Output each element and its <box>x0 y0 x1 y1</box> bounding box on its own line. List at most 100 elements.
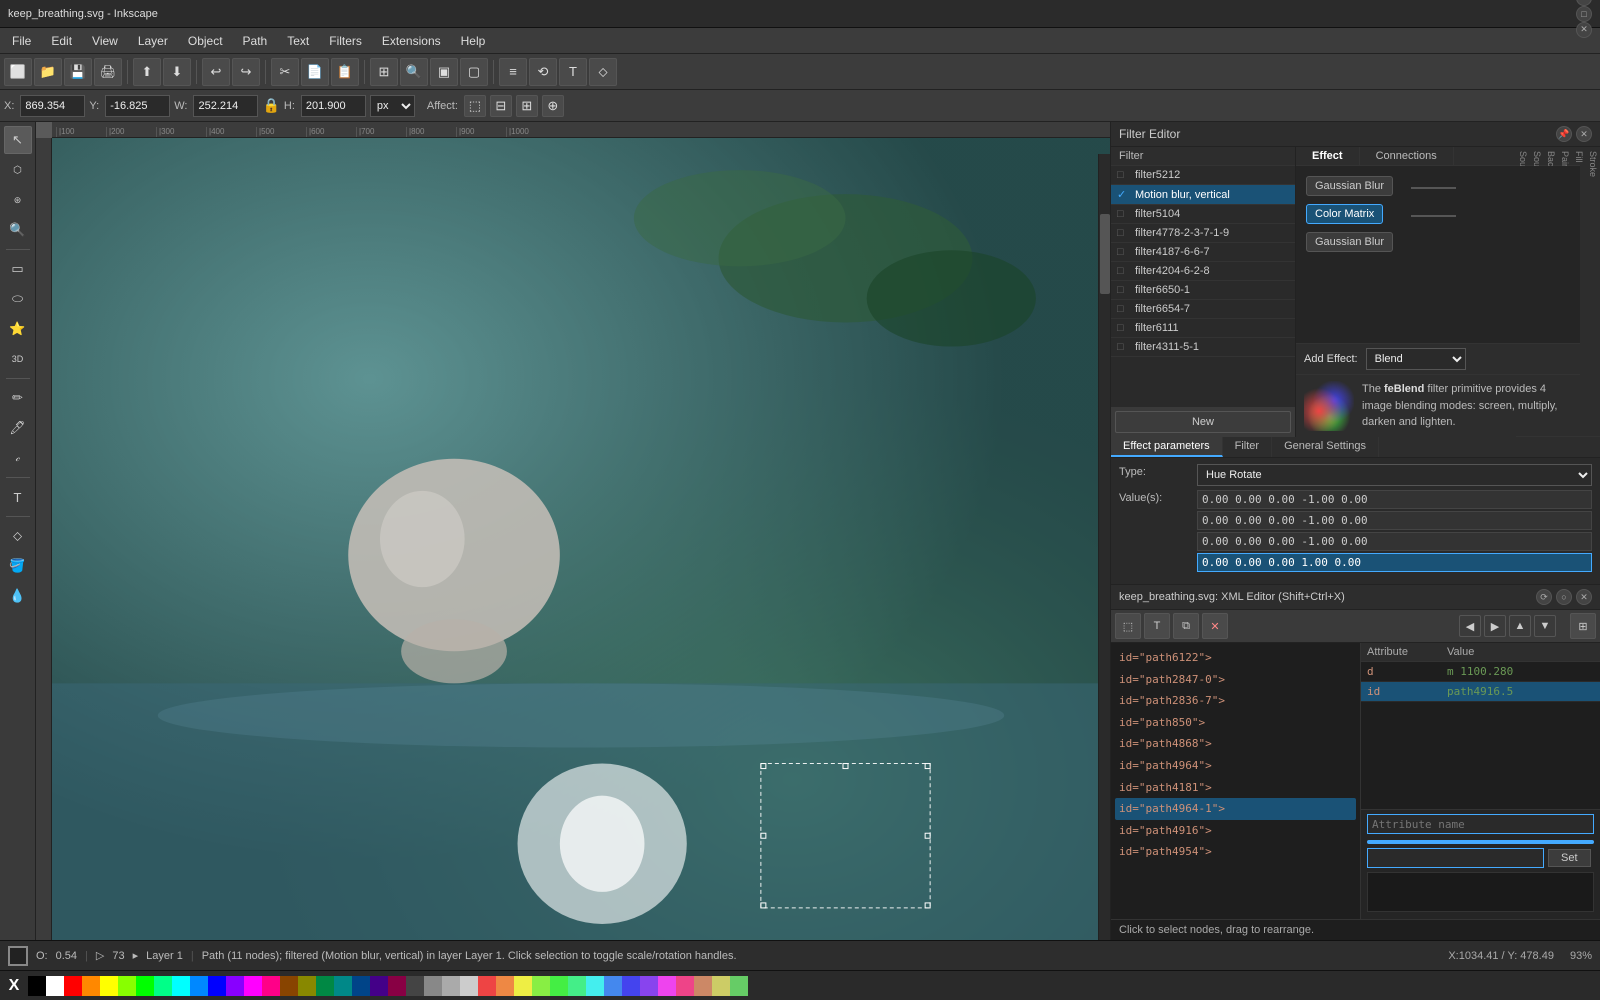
fill-tool[interactable]: 🪣 <box>4 552 32 580</box>
menu-object[interactable]: Object <box>180 32 231 50</box>
canvas-area[interactable]: |100 |200 |300 |400 |500 |600 |700 |800 … <box>36 122 1110 940</box>
color-swatch[interactable] <box>244 976 262 996</box>
matrix-row[interactable]: 0.00 0.00 0.00 1.00 0.00 <box>1197 553 1592 572</box>
3dbox-tool[interactable]: 3D <box>4 345 32 373</box>
redo-button[interactable]: ↪ <box>232 58 260 86</box>
attr-name-input[interactable] <box>1367 814 1594 834</box>
menu-file[interactable]: File <box>4 32 39 50</box>
star-tool[interactable]: ⭐ <box>4 315 32 343</box>
attr-row[interactable]: dm 1100.280 <box>1361 662 1600 682</box>
copy-button[interactable]: 📄 <box>301 58 329 86</box>
filter-checkbox[interactable]: □ <box>1117 169 1129 181</box>
color-swatch[interactable] <box>82 976 100 996</box>
color-swatch[interactable] <box>118 976 136 996</box>
ungroup-button[interactable]: ▢ <box>460 58 488 86</box>
color-swatch[interactable] <box>280 976 298 996</box>
matrix-row[interactable]: 0.00 0.00 0.00 -1.00 0.00 <box>1197 490 1592 509</box>
color-swatch[interactable] <box>694 976 712 996</box>
xml-node[interactable]: id="path4964-1"> <box>1115 798 1356 820</box>
unit-select[interactable]: px mm in <box>370 95 415 117</box>
xml-new-element-btn[interactable]: ⬚ <box>1115 613 1141 639</box>
save-button[interactable]: 💾 <box>64 58 92 86</box>
text-tool-button[interactable]: T <box>559 58 587 86</box>
affect-btn3[interactable]: ⊞ <box>516 95 538 117</box>
xml-nav-down[interactable]: ▼ <box>1534 615 1556 637</box>
filter-item[interactable]: □filter6650-1 <box>1111 281 1295 300</box>
xml-node[interactable]: id="path4954"> <box>1115 841 1356 863</box>
color-swatch[interactable] <box>226 976 244 996</box>
color-swatch[interactable] <box>208 976 226 996</box>
color-swatch[interactable] <box>676 976 694 996</box>
color-swatch[interactable] <box>154 976 172 996</box>
color-swatch[interactable] <box>352 976 370 996</box>
matrix-row[interactable]: 0.00 0.00 0.00 -1.00 0.00 <box>1197 532 1592 551</box>
filter-checkbox[interactable]: □ <box>1117 265 1129 277</box>
tab-filter[interactable]: Filter <box>1223 437 1272 457</box>
svg-canvas[interactable] <box>52 138 1110 940</box>
color-swatch[interactable] <box>46 976 64 996</box>
filter-item[interactable]: □filter4187-6-6-7 <box>1111 243 1295 262</box>
pen-tool[interactable]: 🖊 <box>4 414 32 442</box>
filter-item[interactable]: □filter4311-5-1 <box>1111 338 1295 357</box>
select-tool[interactable]: ↖ <box>4 126 32 154</box>
group-button[interactable]: ▣ <box>430 58 458 86</box>
filter-checkbox[interactable]: □ <box>1117 227 1129 239</box>
xml-node[interactable]: id="path850"> <box>1115 712 1356 734</box>
undo-button[interactable]: ↩ <box>202 58 230 86</box>
color-swatch[interactable] <box>604 976 622 996</box>
w-input[interactable] <box>193 95 258 117</box>
filter-item[interactable]: □filter5104 <box>1111 205 1295 224</box>
filter-editor-pin[interactable]: 📌 <box>1556 126 1572 142</box>
color-swatch[interactable] <box>568 976 586 996</box>
affect-btn4[interactable]: ⊕ <box>542 95 564 117</box>
color-swatch[interactable] <box>172 976 190 996</box>
effect-node-gaussian2[interactable]: Gaussian Blur <box>1306 232 1393 252</box>
pencil-tool[interactable]: ✏ <box>4 384 32 412</box>
open-button[interactable]: 📁 <box>34 58 62 86</box>
menu-extensions[interactable]: Extensions <box>374 32 449 50</box>
affect-btn1[interactable]: ⬚ <box>464 95 486 117</box>
filter-checkbox[interactable]: □ <box>1117 303 1129 315</box>
menu-edit[interactable]: Edit <box>43 32 80 50</box>
calligraphy-tool[interactable]: 𝒸 <box>4 444 32 472</box>
text-tool[interactable]: T <box>4 483 32 511</box>
xml-node[interactable]: id="path2836-7"> <box>1115 690 1356 712</box>
close-button[interactable]: ✕ <box>1576 22 1592 38</box>
effect-tab[interactable]: Effect <box>1296 147 1360 165</box>
color-swatch[interactable] <box>478 976 496 996</box>
cut-button[interactable]: ✂ <box>271 58 299 86</box>
xml-node[interactable]: id="path4916"> <box>1115 820 1356 842</box>
dropper-tool[interactable]: 💧 <box>4 582 32 610</box>
menu-text[interactable]: Text <box>279 32 317 50</box>
connections-tab[interactable]: Connections <box>1360 147 1454 165</box>
xml-tree[interactable]: id="path6122">id="path2847-0">id="path28… <box>1111 643 1361 919</box>
gradient-tool-button[interactable]: ⬦ <box>589 58 617 86</box>
color-swatch[interactable] <box>730 976 748 996</box>
node-tool[interactable]: ⬡ <box>4 156 32 184</box>
xml-nav-up[interactable]: ▲ <box>1509 615 1531 637</box>
y-input[interactable] <box>105 95 170 117</box>
xml-node[interactable]: id="path2847-0"> <box>1115 669 1356 691</box>
xml-node[interactable]: id="path6122"> <box>1115 647 1356 669</box>
rect-tool[interactable]: ▭ <box>4 255 32 283</box>
zoom-tool[interactable]: 🔍 <box>4 216 32 244</box>
filter-checkbox[interactable]: □ <box>1117 208 1129 220</box>
paste-button[interactable]: 📋 <box>331 58 359 86</box>
xml-indent-btn[interactable]: ⊞ <box>1570 613 1596 639</box>
filter-item[interactable]: □filter4204-6-2-8 <box>1111 262 1295 281</box>
matrix-row[interactable]: 0.00 0.00 0.00 -1.00 0.00 <box>1197 511 1592 530</box>
color-swatch[interactable] <box>640 976 658 996</box>
export-button[interactable]: ⬇ <box>163 58 191 86</box>
attr-set-button[interactable]: Set <box>1548 849 1591 867</box>
color-swatch[interactable] <box>64 976 82 996</box>
color-swatch[interactable] <box>406 976 424 996</box>
color-swatch[interactable] <box>550 976 568 996</box>
xml-pin-btn[interactable]: ○ <box>1556 589 1572 605</box>
tweak-tool[interactable]: ⊛ <box>4 186 32 214</box>
color-swatch[interactable] <box>316 976 334 996</box>
filter-item[interactable]: □filter4778-2-3-7-1-9 <box>1111 224 1295 243</box>
effect-node-gaussian1[interactable]: Gaussian Blur <box>1306 176 1393 196</box>
tab-effect-params[interactable]: Effect parameters <box>1111 437 1223 457</box>
minimize-button[interactable]: ─ <box>1576 0 1592 6</box>
color-swatch[interactable] <box>442 976 460 996</box>
